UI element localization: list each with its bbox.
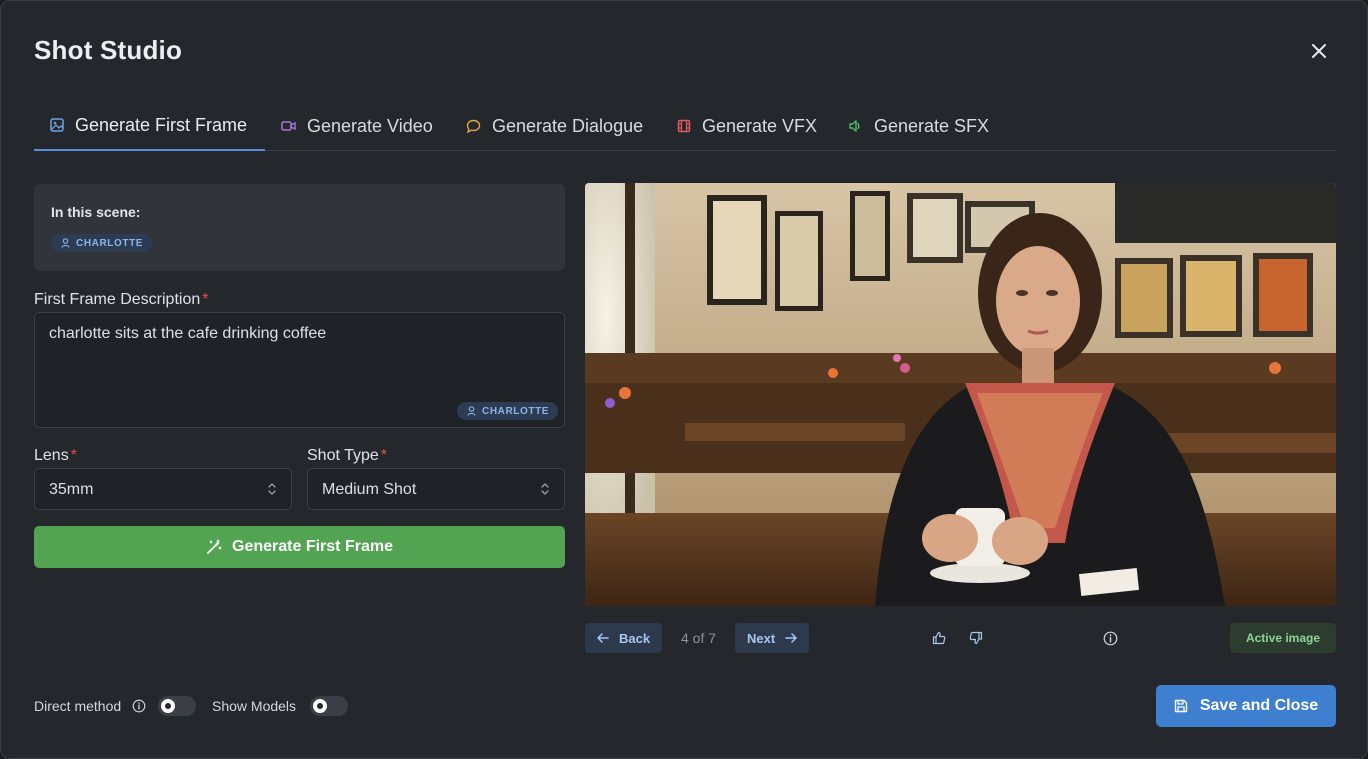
tab-label: Generate Dialogue <box>492 115 644 136</box>
save-icon <box>1174 699 1188 713</box>
character-chip-charlotte[interactable]: CHARLOTTE <box>51 234 153 252</box>
description-tag-charlotte[interactable]: CHARLOTTE <box>457 402 559 420</box>
shot-type-label-text: Shot Type <box>307 447 379 464</box>
tab-label: Generate Video <box>307 115 433 136</box>
direct-method-toggle[interactable] <box>158 696 196 716</box>
shot-type-select[interactable]: Medium Shot <box>307 468 565 510</box>
tab-bar: Generate First Frame Generate Video Gene… <box>34 101 1336 151</box>
video-camera-icon <box>281 121 296 131</box>
back-label: Back <box>619 630 651 646</box>
chip-label: CHARLOTTE <box>76 237 144 249</box>
thumbs-up-icon[interactable] <box>930 629 948 647</box>
film-icon <box>677 119 691 133</box>
user-icon <box>467 406 476 416</box>
scene-label: In this scene: <box>51 204 141 220</box>
image-counter: 4 of 7 <box>681 630 717 646</box>
save-label: Save and Close <box>1199 697 1319 714</box>
chip-label: CHARLOTTE <box>482 405 550 417</box>
arrow-right-icon <box>785 633 797 643</box>
generated-frame-image <box>585 183 1336 606</box>
shot-type-label: Shot Type * <box>307 447 387 465</box>
tab-label: Generate First Frame <box>75 114 248 135</box>
description-label: First Frame Description * <box>34 291 208 309</box>
info-icon[interactable] <box>1101 629 1119 647</box>
thumbs-down-icon[interactable] <box>967 629 985 647</box>
first-frame-description-field[interactable]: charlotte sits at the cafe drinking coff… <box>34 312 565 428</box>
lens-select[interactable]: 35mm <box>34 468 292 510</box>
tab-generate-vfx[interactable]: Generate VFX <box>677 101 817 151</box>
speaker-icon <box>849 120 860 132</box>
direct-method-text: Direct method <box>34 698 122 714</box>
description-label-text: First Frame Description <box>34 291 201 308</box>
arrow-left-icon <box>597 633 609 643</box>
back-button[interactable]: Back <box>585 623 663 653</box>
tab-generate-video[interactable]: Generate Video <box>281 101 433 151</box>
image-icon <box>50 118 64 132</box>
lens-label-text: Lens <box>34 447 69 464</box>
tab-label: Generate VFX <box>702 115 818 136</box>
tab-generate-first-frame[interactable]: Generate First Frame <box>34 101 265 151</box>
chevron-up-down-icon <box>541 483 549 495</box>
next-label: Next <box>747 630 776 646</box>
scene-characters-panel: In this scene: CHARLOTTE <box>34 184 565 271</box>
tab-generate-dialogue[interactable]: Generate Dialogue <box>466 101 643 151</box>
lens-value: 35mm <box>49 481 94 498</box>
magic-wand-icon <box>207 539 222 554</box>
next-button[interactable]: Next <box>735 623 810 653</box>
save-and-close-button[interactable]: Save and Close <box>1156 685 1336 727</box>
description-text: charlotte sits at the cafe drinking coff… <box>49 325 327 342</box>
lens-label: Lens * <box>34 447 77 465</box>
shot-studio-modal: Shot Studio Generate First Frame Generat… <box>0 0 1368 759</box>
toggle-knob <box>313 699 327 713</box>
speech-bubble-icon <box>466 119 481 133</box>
required-mark: * <box>380 447 387 464</box>
active-image-badge: Active image <box>1230 623 1336 653</box>
required-mark: * <box>202 291 209 308</box>
shot-type-value: Medium Shot <box>322 481 417 498</box>
generate-button-label: Generate First Frame <box>232 538 393 555</box>
user-icon <box>61 238 70 248</box>
generate-first-frame-button[interactable]: Generate First Frame <box>34 526 565 568</box>
modal-title: Shot Studio <box>34 35 183 65</box>
chevron-up-down-icon <box>268 483 276 495</box>
close-icon[interactable] <box>1307 39 1331 63</box>
show-models-label: Show Models <box>212 698 297 714</box>
show-models-toggle[interactable] <box>310 696 348 716</box>
tab-label: Generate SFX <box>874 115 990 136</box>
direct-method-label: Direct method <box>34 698 121 714</box>
toggle-knob <box>161 699 175 713</box>
required-mark: * <box>70 447 77 464</box>
info-icon[interactable] <box>130 697 148 715</box>
tab-generate-sfx[interactable]: Generate SFX <box>848 101 989 151</box>
